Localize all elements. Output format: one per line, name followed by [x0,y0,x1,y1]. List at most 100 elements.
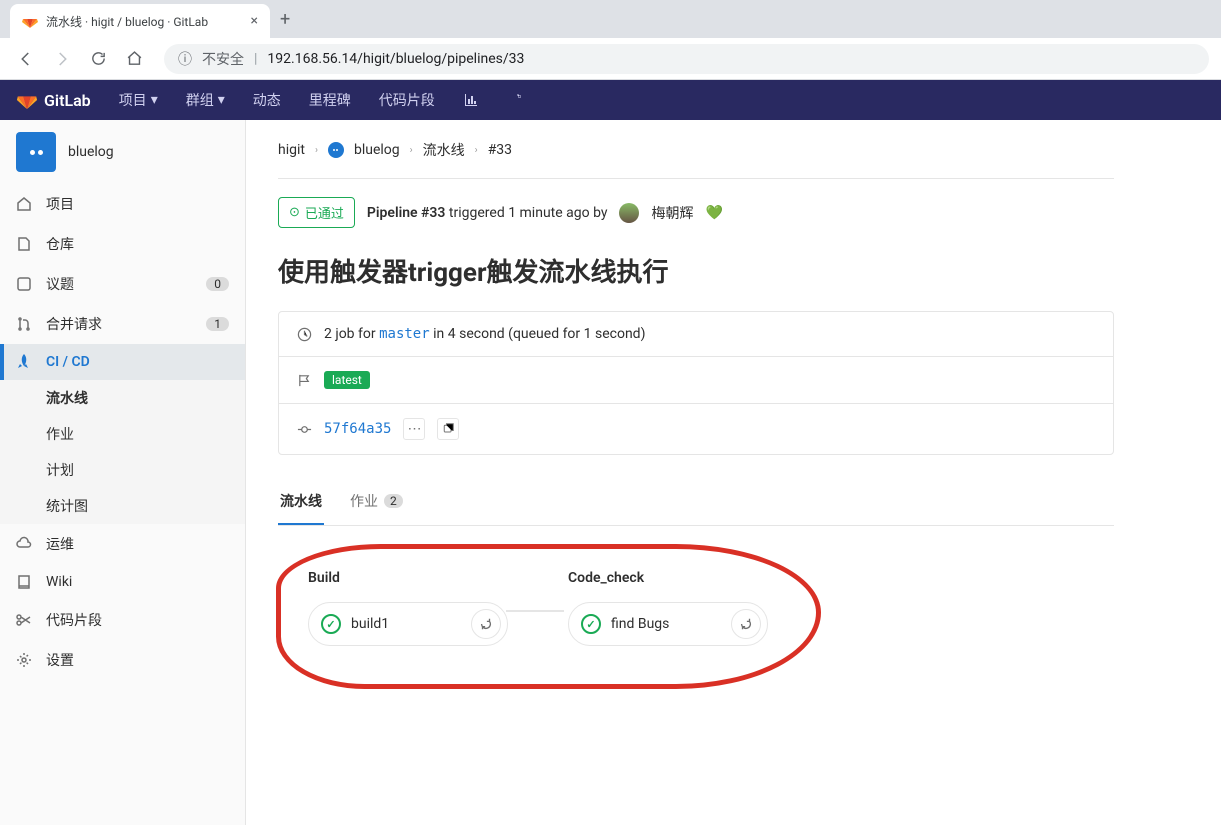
job-retry-button[interactable] [731,609,761,639]
project-avatar [16,132,56,172]
job-find-bugs[interactable]: ✓ find Bugs [568,602,768,646]
sidebar-item-settings[interactable]: 设置 [0,640,245,680]
new-tab-button[interactable]: + [280,9,290,30]
triggered-by-user[interactable]: 梅朝辉 [651,203,693,223]
pipeline-graph: Build ✓ build1 Code_check ✓ find Bugs [278,550,1114,696]
page-title: 使用触发器trigger触发流水线执行 [278,252,1114,289]
nav-analytics-icon[interactable] [451,80,491,120]
job-retry-button[interactable] [471,609,501,639]
more-actions-button[interactable]: ⋯ [403,418,425,440]
close-tab-icon[interactable]: × [251,13,258,29]
tab-jobs[interactable]: 作业 2 [348,479,405,525]
book-icon [16,574,32,590]
nav-snippets[interactable]: 代码片段 [367,80,447,120]
sidebar-item-operations[interactable]: 运维 [0,524,245,564]
insecure-label: 不安全 [202,49,244,69]
pipeline-status-row: ⊙ 已通过 Pipeline #33 triggered 1 minute ag… [278,197,1114,228]
chevron-down-icon: ▾ [151,92,158,108]
pipeline-trigger-info: Pipeline #33 triggered 1 minute ago by [367,205,608,221]
nav-activity[interactable]: 动态 [241,80,293,120]
job-name: build1 [351,616,461,632]
user-avatar[interactable] [619,203,639,223]
issues-count-badge: 0 [206,277,229,291]
browser-toolbar: ⓘ 不安全 | 192.168.56.14/higit/bluelog/pipe… [0,38,1221,80]
reload-button[interactable] [84,45,112,73]
gear-icon [16,652,32,668]
chevron-down-icon: ▾ [218,92,225,108]
job-name: find Bugs [611,616,721,632]
breadcrumb-pipelines[interactable]: 流水线 [423,140,465,160]
commit-icon [297,422,312,437]
pipeline-tabs: 流水线 作业 2 [278,479,1114,526]
sidebar-sub-schedules[interactable]: 计划 [0,452,245,488]
branch-link[interactable]: master [379,326,430,342]
sidebar-item-snippets[interactable]: 代码片段 [0,600,245,640]
address-bar[interactable]: ⓘ 不安全 | 192.168.56.14/higit/bluelog/pipe… [164,44,1209,74]
scissors-icon [16,612,32,628]
sidebar-item-cicd[interactable]: CI / CD [0,344,245,380]
file-icon [16,236,32,252]
info-row-duration: 2 job for master in 4 second (queued for… [279,312,1113,357]
cloud-icon [16,536,32,552]
main-content: higit › bluelog › 流水线 › #33 ⊙ 已通过 Pipeli… [246,120,1146,825]
chevron-right-icon: › [410,145,413,156]
merge-icon [16,316,32,332]
stage-code-check: Code_check ✓ find Bugs [568,570,768,646]
jobs-count: 2 [384,494,403,508]
mr-count-badge: 1 [206,317,229,331]
status-badge-passed[interactable]: ⊙ 已通过 [278,197,355,228]
flag-icon [297,373,312,388]
pipeline-info-box: 2 job for master in 4 second (queued for… [278,311,1114,455]
sidebar-cicd-submenu: 流水线 作业 计划 统计图 [0,380,245,524]
job-build1[interactable]: ✓ build1 [308,602,508,646]
sidebar-sub-pipelines[interactable]: 流水线 [0,380,245,416]
home-icon [16,196,32,212]
gitlab-top-nav: GitLab 项目 ▾ 群组 ▾ 动态 里程碑 代码片段 [0,80,1221,120]
project-header[interactable]: bluelog [0,120,245,184]
browser-tab-strip: 流水线 · higit / bluelog · GitLab × + [0,0,1221,38]
forward-button[interactable] [48,45,76,73]
breadcrumb-pipeline-id[interactable]: #33 [488,142,512,158]
nav-admin-icon[interactable] [495,80,535,120]
breadcrumb-project[interactable]: bluelog [354,142,400,158]
url-text: 192.168.56.14/higit/bluelog/pipelines/33 [267,51,524,67]
rocket-icon [16,354,32,370]
issues-icon [16,276,32,292]
tab-pipeline[interactable]: 流水线 [278,479,324,525]
breadcrumb-group[interactable]: higit [278,142,305,158]
stage-title: Code_check [568,570,768,586]
tag-latest: latest [324,371,370,389]
nav-milestones[interactable]: 里程碑 [297,80,363,120]
sidebar-item-project[interactable]: 项目 [0,184,245,224]
copy-sha-button[interactable] [437,418,459,440]
check-circle-icon: ⊙ [289,205,300,220]
sidebar-item-repository[interactable]: 仓库 [0,224,245,264]
breadcrumb: higit › bluelog › 流水线 › #33 [278,140,1114,179]
gitlab-logo[interactable]: GitLab [16,89,91,111]
sidebar-item-issues[interactable]: 议题 0 [0,264,245,304]
gitlab-brand-text: GitLab [44,91,91,110]
stage-build: Build ✓ build1 [308,570,508,646]
nav-groups[interactable]: 群组 ▾ [174,80,237,120]
browser-tab[interactable]: 流水线 · higit / bluelog · GitLab × [10,4,270,38]
jobs-duration-text: 2 job for master in 4 second (queued for… [324,326,645,342]
sidebar-sub-jobs[interactable]: 作业 [0,416,245,452]
sidebar-item-wiki[interactable]: Wiki [0,564,245,600]
chevron-right-icon: › [475,145,478,156]
home-button[interactable] [120,45,148,73]
back-button[interactable] [12,45,40,73]
job-status-passed-icon: ✓ [321,614,341,634]
project-name: bluelog [68,144,114,160]
commit-sha-link[interactable]: 57f64a35 [324,421,391,437]
project-avatar-small [328,142,344,158]
chevron-right-icon: › [315,145,318,156]
browser-tab-title: 流水线 · higit / bluelog · GitLab [46,13,243,30]
sidebar-item-merge-requests[interactable]: 合并请求 1 [0,304,245,344]
stage-title: Build [308,570,508,586]
info-row-tags: latest [279,357,1113,404]
gitlab-favicon [22,13,38,29]
job-status-passed-icon: ✓ [581,614,601,634]
info-row-commit: 57f64a35 ⋯ [279,404,1113,454]
nav-projects[interactable]: 项目 ▾ [107,80,170,120]
sidebar-sub-charts[interactable]: 统计图 [0,488,245,524]
